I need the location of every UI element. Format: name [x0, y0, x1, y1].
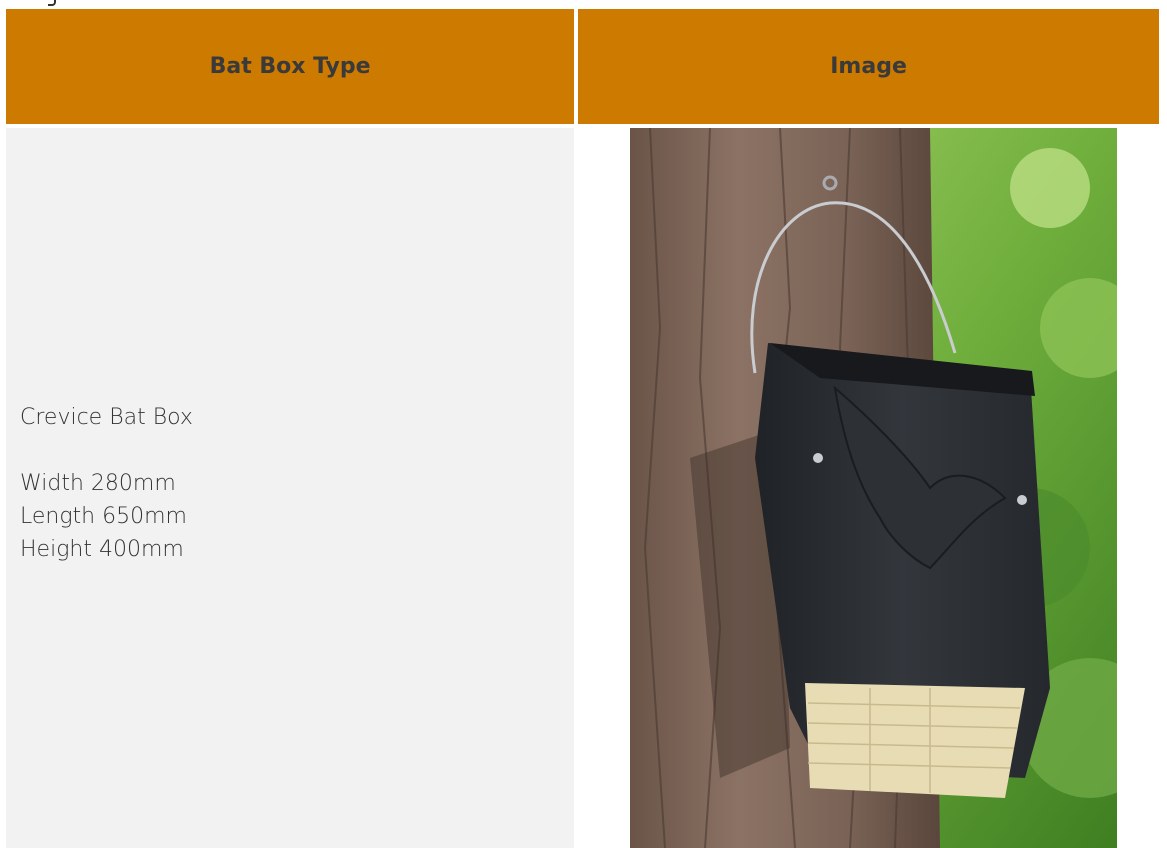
bat-box-photo-icon: [630, 128, 1118, 848]
column-header-type: Bat Box Type: [6, 9, 575, 124]
table-header-row: Bat Box Type Image: [6, 9, 1159, 124]
bat-box-description: Crevice Bat Box Width 280mm Length 650mm…: [6, 401, 574, 566]
spec-length: Length 650mm: [20, 503, 187, 529]
bat-box-image-cell: [578, 128, 1159, 848]
cut-off-text: [48, 0, 56, 6]
table-row: Crevice Bat Box Width 280mm Length 650mm…: [6, 128, 1159, 848]
bat-box-table: Bat Box Type Image Crevice Bat Box Width…: [2, 9, 1163, 848]
bat-box-name: Crevice Bat Box: [20, 404, 193, 430]
column-header-image: Image: [578, 9, 1159, 124]
top-strip: [0, 0, 1167, 9]
spec-height: Height 400mm: [20, 536, 184, 562]
bat-box-type-cell: Crevice Bat Box Width 280mm Length 650mm…: [6, 128, 575, 848]
spec-width: Width 280mm: [20, 470, 176, 496]
bat-box-photo: [630, 128, 1118, 848]
